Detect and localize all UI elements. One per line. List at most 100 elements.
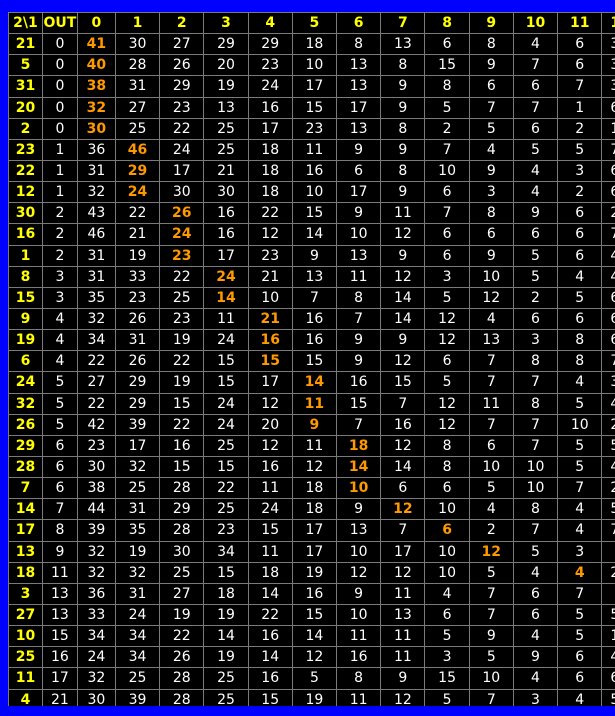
value-cell: 6 [557,307,603,331]
value-cell: 6 [601,159,615,183]
table-row: 76382528221118106651072 [8,477,615,500]
value-cell: 8 [512,392,559,415]
out-cell: 4 [41,350,78,373]
value-cell: 8 [380,54,426,77]
row-label: 13 [8,540,43,563]
value-cell: 16 [291,307,338,331]
value-cell: 16 [159,434,205,457]
value-cell: 2 [601,561,615,584]
table-row: 296231716251211181286755 [8,434,615,457]
value-cell: 15 [203,371,249,394]
value-cell: 31 [76,244,116,267]
value-cell: 25 [159,286,205,309]
value-cell: 5 [557,434,603,457]
value-cell: 8 [424,75,470,98]
column-header: 7 [380,12,426,35]
value-cell: 6 [557,202,603,225]
value-cell: 10 [336,603,382,627]
value-cell: 3 [468,181,514,204]
value-cell: 5 [601,603,615,627]
value-cell: 6 [468,223,514,246]
value-cell: 4 [601,244,615,267]
value-cell: 10 [291,54,338,77]
value-cell: 9 [380,75,426,98]
value-cell: 4 [557,498,603,521]
value-cell: 4 [601,392,615,415]
value-cell: 8 [336,33,382,56]
value-cell: 4 [557,519,603,542]
value-cell: 9 [336,138,382,161]
value-cell: 6 [557,54,603,77]
value-cell: 6 [380,477,426,500]
highlight-cell: 38 [76,75,116,98]
highlight-cell: 41 [76,33,116,56]
table-row: 2713332419192215101367655 [8,603,615,627]
value-cell: 5 [424,371,470,394]
value-cell: 7 [512,96,559,119]
value-cell: 13 [336,54,382,77]
value-cell: 32 [114,455,161,479]
row-label: 22 [8,159,43,183]
value-cell: 32 [76,307,116,331]
row-label: 9 [8,307,43,331]
out-cell: 3 [41,265,78,288]
table-row: 111732252825165891510466 [8,667,615,690]
highlight-cell: 21 [247,307,293,331]
value-cell: 10 [557,413,603,436]
value-cell: 13 [336,244,382,267]
value-cell: 23 [159,307,205,331]
column-header: 1 [114,12,161,35]
value-cell: 5 [424,625,470,648]
out-cell: 9 [41,540,78,563]
value-cell: 4 [557,265,603,288]
value-cell: 32 [76,561,116,584]
value-cell: 22 [76,392,116,415]
value-cell: 8 [468,202,514,225]
value-cell: 9 [380,138,426,161]
value-cell: 25 [203,667,249,690]
row-label: 28 [8,455,43,479]
corner-header: 2\1 [8,12,43,35]
value-cell: 14 [247,582,293,605]
value-cell: 19 [203,603,249,627]
value-cell: 5 [468,561,514,584]
value-cell: 29 [159,498,205,521]
value-cell: 12 [424,413,470,436]
value-cell: 5 [557,455,603,479]
table-row: 15335232514107814512256 [8,286,615,309]
value-cell: 19 [159,603,205,627]
value-cell: 12 [424,329,470,352]
value-cell: 27 [76,371,116,394]
value-cell: 6 [468,434,514,457]
value-cell: 25 [203,434,249,457]
value-cell: 14 [247,646,293,669]
table-row: 147443129252418912104845 [8,498,615,521]
table-row: 123119231723913969564 [8,244,615,267]
value-cell: 27 [159,582,205,605]
value-cell: 24 [247,498,293,521]
table-row: 21041302729291881368463 [8,33,615,56]
value-cell: 7 [512,54,559,77]
value-cell: 9 [468,54,514,77]
value-cell: 31 [114,582,161,605]
value-cell: 13 [336,117,382,140]
value-cell: 9 [468,244,514,267]
value-cell: 30 [203,181,249,204]
row-label: 32 [8,392,43,415]
value-cell: 4 [601,455,615,479]
highlight-cell: 26 [159,202,205,225]
value-cell: 23 [76,434,116,457]
value-cell: 22 [159,350,205,373]
highlight-cell: 29 [114,159,161,183]
table-row: 6422262215151591267887 [8,350,615,373]
header-row: 2\1OUT0123456789101112 [8,12,615,35]
row-label: 26 [8,413,43,436]
out-cell: 13 [41,603,78,627]
table-row: 17839352823151713762747 [8,519,615,542]
column-header: 11 [557,12,603,35]
value-cell: 6 [424,477,470,500]
value-cell: 12 [291,455,338,479]
value-cell: 6 [424,33,470,56]
value-cell: 9 [336,329,382,352]
value-cell: 7 [557,477,603,500]
